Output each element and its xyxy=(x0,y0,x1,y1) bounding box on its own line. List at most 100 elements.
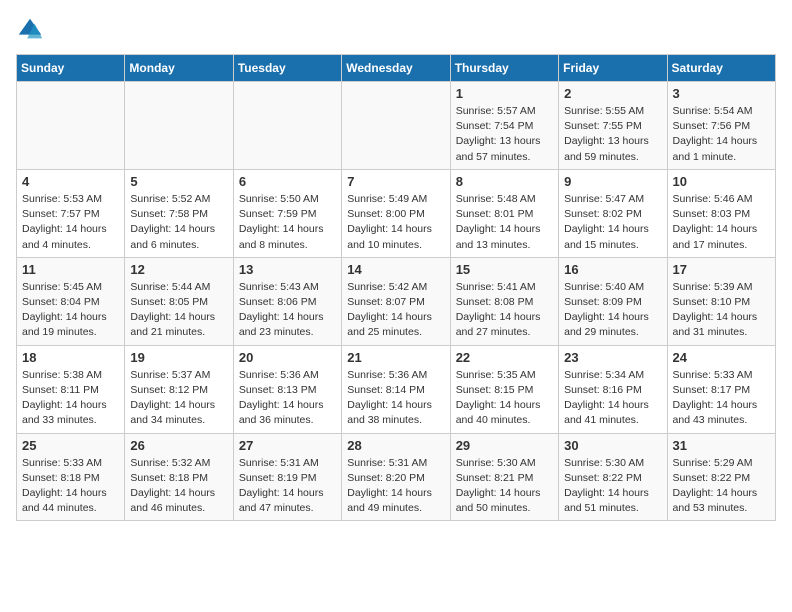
weekday-header-sunday: Sunday xyxy=(17,55,125,82)
day-number: 8 xyxy=(456,174,553,189)
day-info: Sunrise: 5:42 AMSunset: 8:07 PMDaylight:… xyxy=(347,280,444,341)
day-info: Sunrise: 5:31 AMSunset: 8:20 PMDaylight:… xyxy=(347,456,444,517)
calendar-cell: 9 Sunrise: 5:47 AMSunset: 8:02 PMDaylight… xyxy=(559,169,667,257)
day-info: Sunrise: 5:36 AMSunset: 8:13 PMDaylight:… xyxy=(239,368,336,429)
day-number: 1 xyxy=(456,86,553,101)
day-number: 21 xyxy=(347,350,444,365)
day-info: Sunrise: 5:44 AMSunset: 8:05 PMDaylight:… xyxy=(130,280,227,341)
calendar-row-2: 4 Sunrise: 5:53 AMSunset: 7:57 PMDaylight… xyxy=(17,169,776,257)
day-number: 9 xyxy=(564,174,661,189)
logo xyxy=(16,16,46,44)
day-info: Sunrise: 5:38 AMSunset: 8:11 PMDaylight:… xyxy=(22,368,119,429)
day-info: Sunrise: 5:55 AMSunset: 7:55 PMDaylight:… xyxy=(564,104,661,165)
calendar-cell: 31 Sunrise: 5:29 AMSunset: 8:22 PMDayligh… xyxy=(667,433,775,521)
day-number: 4 xyxy=(22,174,119,189)
day-number: 6 xyxy=(239,174,336,189)
calendar-cell: 10 Sunrise: 5:46 AMSunset: 8:03 PMDayligh… xyxy=(667,169,775,257)
calendar-row-3: 11 Sunrise: 5:45 AMSunset: 8:04 PMDayligh… xyxy=(17,257,776,345)
day-number: 17 xyxy=(673,262,770,277)
day-info: Sunrise: 5:41 AMSunset: 8:08 PMDaylight:… xyxy=(456,280,553,341)
day-number: 22 xyxy=(456,350,553,365)
calendar-cell: 17Sunrise: 5:39 AMSunset: 8:10 PMDayligh… xyxy=(667,257,775,345)
day-info: Sunrise: 5:37 AMSunset: 8:12 PMDaylight:… xyxy=(130,368,227,429)
day-number: 27 xyxy=(239,438,336,453)
calendar-row-1: 1Sunrise: 5:57 AMSunset: 7:54 PMDaylight… xyxy=(17,82,776,170)
day-number: 19 xyxy=(130,350,227,365)
day-number: 14 xyxy=(347,262,444,277)
calendar-cell: 25 Sunrise: 5:33 AMSunset: 8:18 PMDayligh… xyxy=(17,433,125,521)
calendar-cell xyxy=(17,82,125,170)
day-info: Sunrise: 5:30 AMSunset: 8:22 PMDaylight:… xyxy=(564,456,661,517)
calendar-cell: 26Sunrise: 5:32 AMSunset: 8:18 PMDayligh… xyxy=(125,433,233,521)
calendar-cell: 3 Sunrise: 5:54 AMSunset: 7:56 PMDaylight… xyxy=(667,82,775,170)
day-number: 26 xyxy=(130,438,227,453)
calendar-cell: 8 Sunrise: 5:48 AMSunset: 8:01 PMDaylight… xyxy=(450,169,558,257)
day-number: 7 xyxy=(347,174,444,189)
calendar-cell: 27 Sunrise: 5:31 AMSunset: 8:19 PMDayligh… xyxy=(233,433,341,521)
calendar-cell: 28 Sunrise: 5:31 AMSunset: 8:20 PMDayligh… xyxy=(342,433,450,521)
calendar-cell: 30 Sunrise: 5:30 AMSunset: 8:22 PMDayligh… xyxy=(559,433,667,521)
calendar-cell: 13Sunrise: 5:43 AMSunset: 8:06 PMDayligh… xyxy=(233,257,341,345)
day-info: Sunrise: 5:34 AMSunset: 8:16 PMDaylight:… xyxy=(564,368,661,429)
day-info: Sunrise: 5:49 AMSunset: 8:00 PMDaylight:… xyxy=(347,192,444,253)
day-info: Sunrise: 5:30 AMSunset: 8:21 PMDaylight:… xyxy=(456,456,553,517)
weekday-header-tuesday: Tuesday xyxy=(233,55,341,82)
calendar-cell: 22Sunrise: 5:35 AMSunset: 8:15 PMDayligh… xyxy=(450,345,558,433)
calendar-cell: 14 Sunrise: 5:42 AMSunset: 8:07 PMDayligh… xyxy=(342,257,450,345)
calendar-cell: 18 Sunrise: 5:38 AMSunset: 8:11 PMDayligh… xyxy=(17,345,125,433)
day-info: Sunrise: 5:54 AMSunset: 7:56 PMDaylight:… xyxy=(673,104,770,165)
calendar-cell xyxy=(125,82,233,170)
calendar-header: SundayMondayTuesdayWednesdayThursdayFrid… xyxy=(17,55,776,82)
calendar-cell: 12Sunrise: 5:44 AMSunset: 8:05 PMDayligh… xyxy=(125,257,233,345)
day-number: 15 xyxy=(456,262,553,277)
day-number: 11 xyxy=(22,262,119,277)
day-info: Sunrise: 5:36 AMSunset: 8:14 PMDaylight:… xyxy=(347,368,444,429)
calendar-cell: 21 Sunrise: 5:36 AMSunset: 8:14 PMDayligh… xyxy=(342,345,450,433)
day-number: 3 xyxy=(673,86,770,101)
weekday-header-monday: Monday xyxy=(125,55,233,82)
day-info: Sunrise: 5:47 AMSunset: 8:02 PMDaylight:… xyxy=(564,192,661,253)
day-info: Sunrise: 5:31 AMSunset: 8:19 PMDaylight:… xyxy=(239,456,336,517)
day-number: 10 xyxy=(673,174,770,189)
day-info: Sunrise: 5:52 AMSunset: 7:58 PMDaylight:… xyxy=(130,192,227,253)
day-info: Sunrise: 5:53 AMSunset: 7:57 PMDaylight:… xyxy=(22,192,119,253)
calendar-cell: 20 Sunrise: 5:36 AMSunset: 8:13 PMDayligh… xyxy=(233,345,341,433)
day-info: Sunrise: 5:33 AMSunset: 8:18 PMDaylight:… xyxy=(22,456,119,517)
page-header xyxy=(16,16,776,44)
calendar-cell: 16Sunrise: 5:40 AMSunset: 8:09 PMDayligh… xyxy=(559,257,667,345)
day-number: 25 xyxy=(22,438,119,453)
day-number: 31 xyxy=(673,438,770,453)
logo-icon xyxy=(16,16,44,44)
day-info: Sunrise: 5:46 AMSunset: 8:03 PMDaylight:… xyxy=(673,192,770,253)
day-info: Sunrise: 5:45 AMSunset: 8:04 PMDaylight:… xyxy=(22,280,119,341)
calendar-cell: 29 Sunrise: 5:30 AMSunset: 8:21 PMDayligh… xyxy=(450,433,558,521)
day-number: 28 xyxy=(347,438,444,453)
calendar-cell: 24 Sunrise: 5:33 AMSunset: 8:17 PMDayligh… xyxy=(667,345,775,433)
day-info: Sunrise: 5:43 AMSunset: 8:06 PMDaylight:… xyxy=(239,280,336,341)
day-number: 30 xyxy=(564,438,661,453)
calendar-row-4: 18 Sunrise: 5:38 AMSunset: 8:11 PMDayligh… xyxy=(17,345,776,433)
weekday-header-thursday: Thursday xyxy=(450,55,558,82)
day-number: 24 xyxy=(673,350,770,365)
calendar-cell: 4 Sunrise: 5:53 AMSunset: 7:57 PMDaylight… xyxy=(17,169,125,257)
day-number: 23 xyxy=(564,350,661,365)
calendar-cell: 1Sunrise: 5:57 AMSunset: 7:54 PMDaylight… xyxy=(450,82,558,170)
day-number: 20 xyxy=(239,350,336,365)
day-info: Sunrise: 5:29 AMSunset: 8:22 PMDaylight:… xyxy=(673,456,770,517)
calendar-cell: 6 Sunrise: 5:50 AMSunset: 7:59 PMDaylight… xyxy=(233,169,341,257)
calendar-cell: 7 Sunrise: 5:49 AMSunset: 8:00 PMDaylight… xyxy=(342,169,450,257)
calendar-table: SundayMondayTuesdayWednesdayThursdayFrid… xyxy=(16,54,776,521)
calendar-cell: 2 Sunrise: 5:55 AMSunset: 7:55 PMDaylight… xyxy=(559,82,667,170)
weekday-header-saturday: Saturday xyxy=(667,55,775,82)
day-number: 2 xyxy=(564,86,661,101)
weekday-header-wednesday: Wednesday xyxy=(342,55,450,82)
calendar-row-5: 25 Sunrise: 5:33 AMSunset: 8:18 PMDayligh… xyxy=(17,433,776,521)
calendar-cell: 11 Sunrise: 5:45 AMSunset: 8:04 PMDayligh… xyxy=(17,257,125,345)
day-info: Sunrise: 5:50 AMSunset: 7:59 PMDaylight:… xyxy=(239,192,336,253)
day-number: 29 xyxy=(456,438,553,453)
day-info: Sunrise: 5:40 AMSunset: 8:09 PMDaylight:… xyxy=(564,280,661,341)
day-number: 18 xyxy=(22,350,119,365)
calendar-cell xyxy=(233,82,341,170)
day-info: Sunrise: 5:48 AMSunset: 8:01 PMDaylight:… xyxy=(456,192,553,253)
day-info: Sunrise: 5:33 AMSunset: 8:17 PMDaylight:… xyxy=(673,368,770,429)
